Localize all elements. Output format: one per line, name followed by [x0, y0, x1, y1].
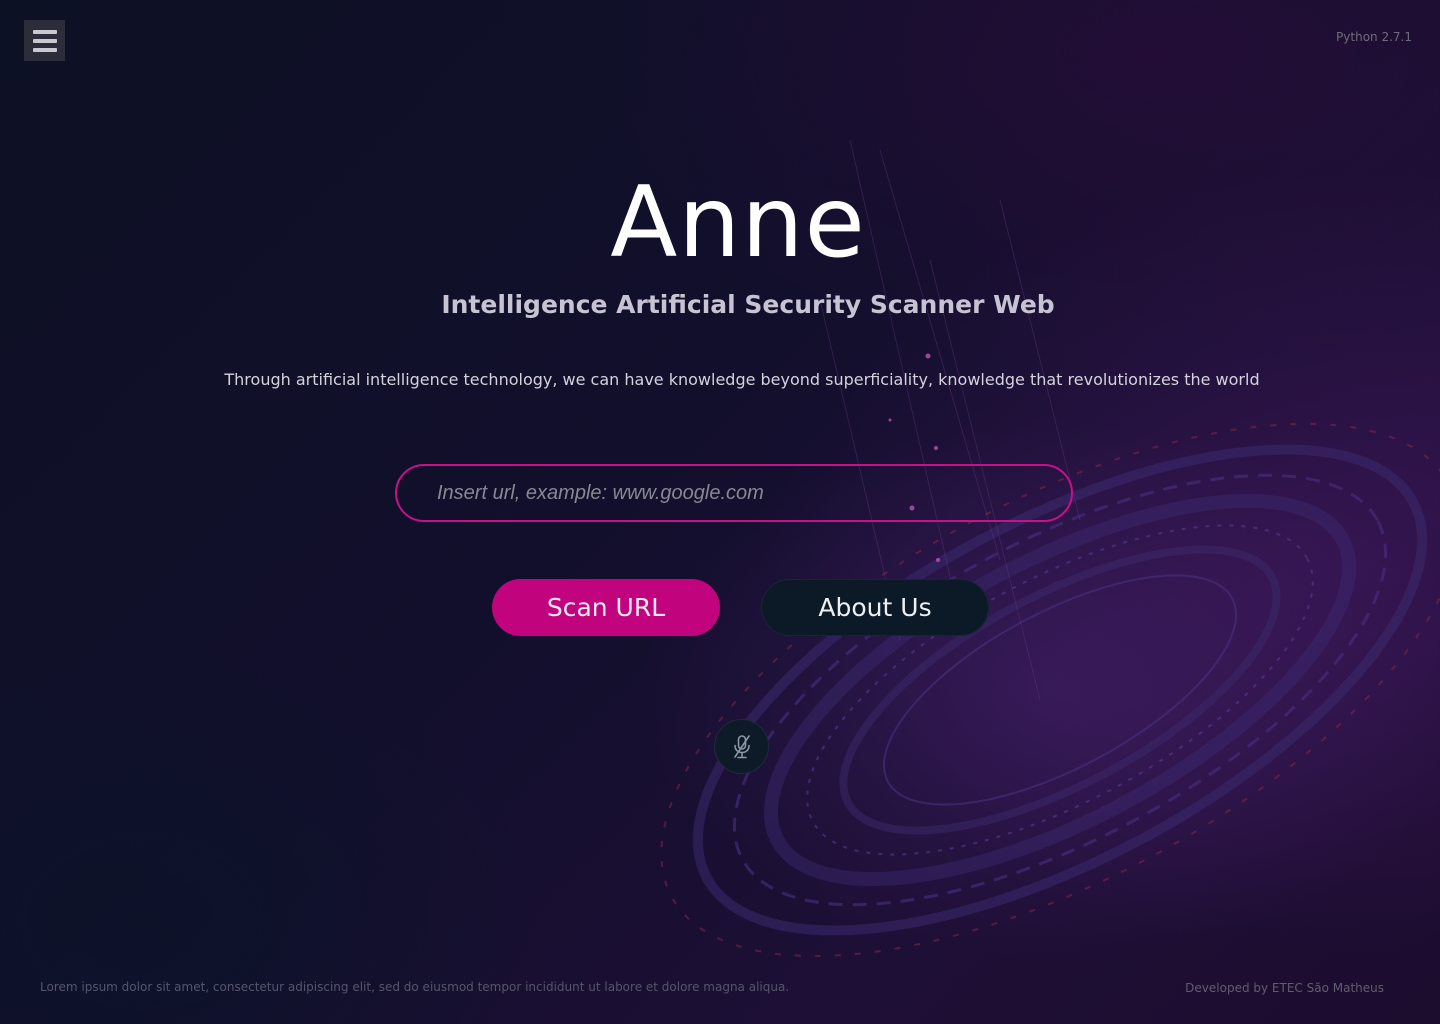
app-subtitle: Intelligence Artificial Security Scanner…	[441, 290, 1055, 319]
voice-input-button[interactable]	[714, 719, 769, 774]
version-label: Python 2.7.1	[1336, 30, 1412, 44]
app-description: Through artificial intelligence technolo…	[224, 370, 1260, 389]
menu-button[interactable]	[24, 20, 65, 61]
hamburger-menu-icon-bar	[32, 47, 57, 52]
footer-text: Lorem ipsum dolor sit amet, consectetur …	[40, 980, 790, 994]
hamburger-menu-icon	[32, 29, 57, 34]
app-title: Anne	[610, 166, 866, 280]
footer-credit: Developed by ETEC São Matheus	[1185, 981, 1384, 995]
scan-url-button[interactable]: Scan URL	[492, 579, 720, 636]
about-us-button[interactable]: About Us	[761, 579, 989, 636]
url-input[interactable]	[395, 464, 1073, 522]
microphone-muted-icon	[733, 734, 750, 758]
hamburger-menu-icon-bar	[32, 38, 57, 43]
